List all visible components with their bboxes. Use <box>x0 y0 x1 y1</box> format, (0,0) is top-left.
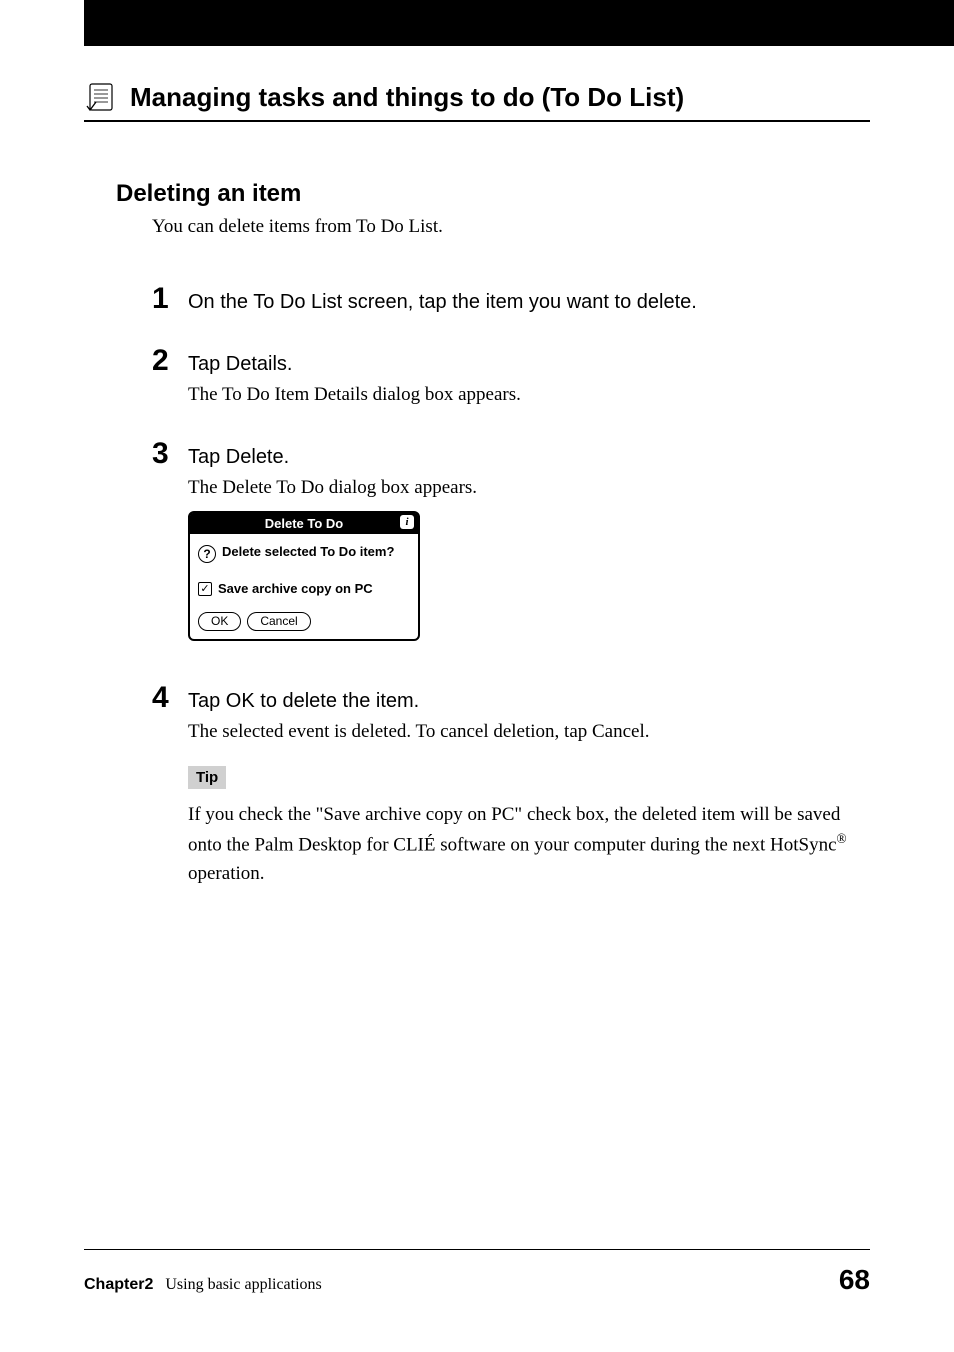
todo-list-icon <box>84 80 118 114</box>
registered-symbol: ® <box>837 831 847 846</box>
step-number: 3 <box>152 437 188 471</box>
page-content: Managing tasks and things to do (To Do L… <box>0 46 954 888</box>
step-instruction: On the To Do List screen, tap the item y… <box>188 288 697 316</box>
step-instruction: Tap Delete. <box>188 443 289 471</box>
ok-button[interactable]: OK <box>198 612 241 631</box>
dialog-button-row: OK Cancel <box>198 612 410 631</box>
question-icon: ? <box>198 545 216 563</box>
step-2: 2 Tap Details. The To Do Item Details di… <box>84 344 870 409</box>
step-description: The To Do Item Details dialog box appear… <box>188 382 870 409</box>
step-4: 4 Tap OK to delete the item. The selecte… <box>84 681 870 888</box>
tip-text-after: operation. <box>188 863 265 884</box>
checkbox-checked-icon[interactable]: ✓ <box>198 582 212 596</box>
footer-chapter-label: Chapter2 <box>84 1276 153 1293</box>
dialog-question-row: ? Delete selected To Do item? <box>198 544 410 563</box>
dialog-question-text: Delete selected To Do item? <box>222 544 394 560</box>
step-1: 1 On the To Do List screen, tap the item… <box>84 282 870 316</box>
save-archive-checkbox-row[interactable]: ✓ Save archive copy on PC <box>198 581 410 596</box>
footer-chapter-desc: Using basic applications <box>165 1276 321 1293</box>
header-black-bar <box>84 0 954 46</box>
page-number: 68 <box>839 1264 870 1296</box>
step-number: 4 <box>152 681 188 715</box>
section-heading: Deleting an item <box>116 180 870 208</box>
dialog-title: Delete To Do <box>265 516 344 531</box>
section-intro: You can delete items from To Do List. <box>152 216 870 238</box>
step-description: The Delete To Do dialog box appears. <box>188 475 870 502</box>
chapter-header: Managing tasks and things to do (To Do L… <box>84 80 870 122</box>
step-3: 3 Tap Delete. The Delete To Do dialog bo… <box>84 437 870 641</box>
step-description: The selected event is deleted. To cancel… <box>188 719 870 746</box>
step-number: 2 <box>152 344 188 378</box>
chapter-title: Managing tasks and things to do (To Do L… <box>130 82 684 113</box>
tip-text: If you check the "Save archive copy on P… <box>188 801 870 889</box>
footer-chapter-info: Chapter2 Using basic applications <box>84 1276 322 1294</box>
step-instruction: Tap OK to delete the item. <box>188 687 419 715</box>
info-icon[interactable]: i <box>400 515 414 529</box>
tip-box: Tip If you check the "Save archive copy … <box>188 766 870 889</box>
step-instruction: Tap Details. <box>188 350 293 378</box>
step-number: 1 <box>152 282 188 316</box>
cancel-button[interactable]: Cancel <box>247 612 310 631</box>
delete-todo-dialog: Delete To Do i ? Delete selected To Do i… <box>188 511 420 641</box>
checkbox-label: Save archive copy on PC <box>218 581 373 596</box>
page-footer: Chapter2 Using basic applications 68 <box>84 1249 870 1296</box>
dialog-body: ? Delete selected To Do item? ✓ Save arc… <box>190 534 418 639</box>
tip-text-before: If you check the "Save archive copy on P… <box>188 804 840 856</box>
dialog-titlebar: Delete To Do i <box>190 513 418 534</box>
tip-label: Tip <box>188 766 226 789</box>
